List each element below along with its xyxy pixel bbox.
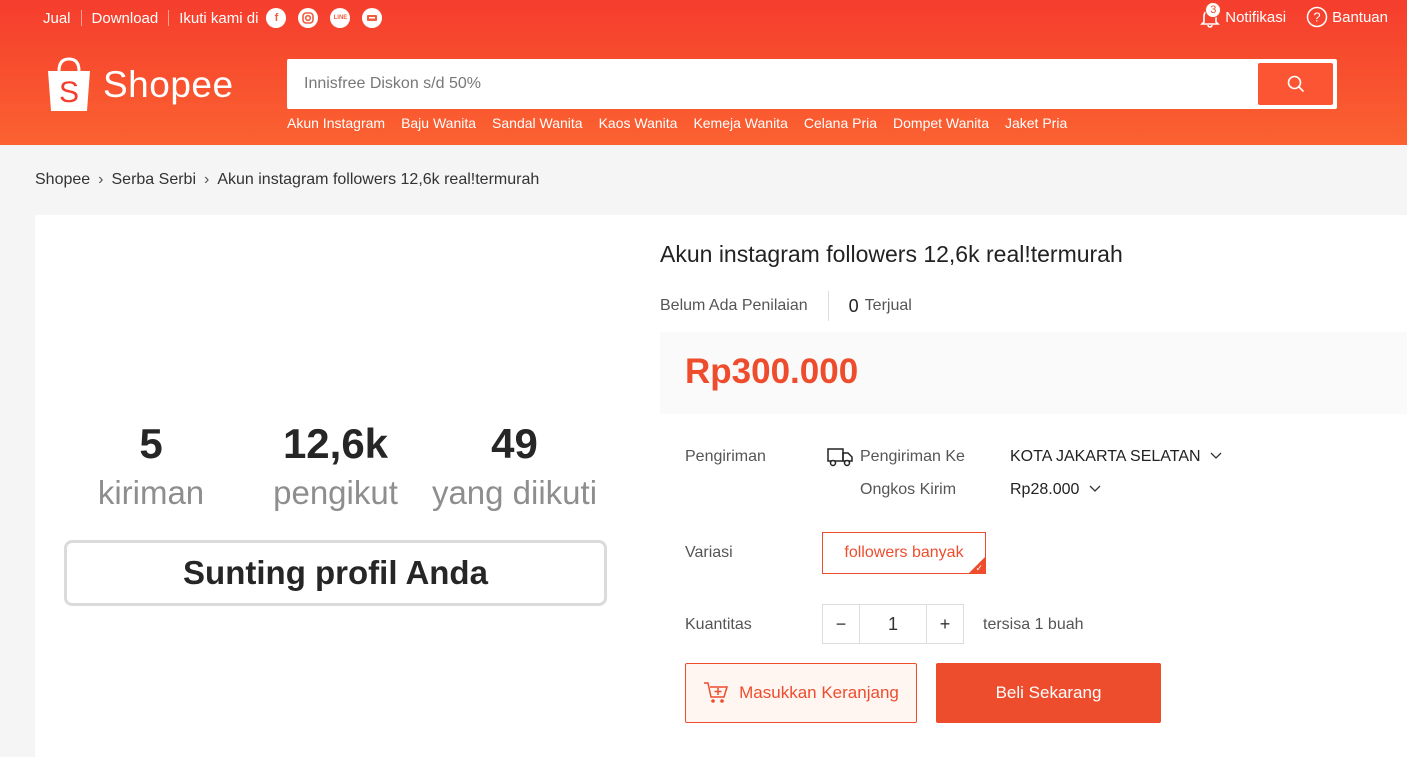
ship-cost-dropdown[interactable]: Rp28.000 <box>1010 481 1102 499</box>
search-icon <box>1287 75 1304 93</box>
product-price: Rp300.000 <box>685 352 859 391</box>
header: Jual Download Ikuti kami di f LINE 3 Not… <box>0 0 1407 145</box>
ship-cost-value: Rp28.000 <box>1010 481 1080 498</box>
divider <box>80 10 82 26</box>
buy-now-button[interactable]: Beli Sekarang <box>936 663 1161 723</box>
product-image[interactable]: 5 kiriman 12,6k pengikut 49 yang diikuti… <box>35 215 635 757</box>
topbar-left: Jual Download Ikuti kami di f LINE <box>43 8 383 28</box>
search-bar[interactable]: Innisfree Diskon s/d 50% <box>287 59 1337 109</box>
chevron-right-icon: › <box>204 171 210 188</box>
increase-button[interactable]: + <box>926 604 964 644</box>
help-icon: ? <box>1306 6 1328 28</box>
facebook-icon[interactable]: f <box>266 8 287 28</box>
rating-text: Belum Ada Penilaian <box>660 297 808 314</box>
decrease-button[interactable]: − <box>822 604 860 644</box>
shipping-label: Pengiriman <box>685 448 766 465</box>
ship-city-value: KOTA JAKARTA SELATAN <box>1010 448 1201 465</box>
stat-followers: 12,6k pengikut <box>263 420 408 512</box>
breadcrumb: Shopee › Serba Serbi › Akun instagram fo… <box>35 171 539 189</box>
stat-following: 49 yang diikuti <box>427 420 602 512</box>
edit-profile-image-text: Sunting profil Anda <box>64 540 607 606</box>
sold-label: Terjual <box>864 297 912 314</box>
suggestion-link[interactable]: Baju Wanita <box>401 115 476 131</box>
suggestion-link[interactable]: Akun Instagram <box>287 115 385 131</box>
quantity-stepper: − 1 + <box>822 604 964 644</box>
topbar-right: 3 Notifikasi ? Bantuan <box>1199 2 1388 28</box>
follow-label: Ikuti kami di <box>179 9 259 27</box>
chevron-down-icon <box>1210 452 1222 459</box>
add-to-cart-label: Masukkan Keranjang <box>739 683 899 702</box>
search-suggestions: Akun Instagram Baju Wanita Sandal Wanita… <box>287 115 1067 131</box>
help-label: Bantuan <box>1332 8 1388 26</box>
stock-text: tersisa 1 buah <box>983 616 1084 633</box>
quantity-label: Kuantitas <box>685 616 752 633</box>
price-box: Rp300.000 <box>660 332 1407 414</box>
variant-option-label: followers banyak <box>844 544 964 561</box>
stat-following-count: 49 <box>491 420 538 467</box>
product-panel: 5 kiriman 12,6k pengikut 49 yang diikuti… <box>35 215 1407 757</box>
ship-city-dropdown[interactable]: KOTA JAKARTA SELATAN <box>1010 448 1223 466</box>
notifications-link[interactable]: 3 Notifikasi <box>1199 2 1287 28</box>
breadcrumb-current: Akun instagram followers 12,6k real!term… <box>217 171 540 188</box>
shopee-logo[interactable]: S Shopee <box>45 57 234 113</box>
sell-link[interactable]: Jual <box>43 10 71 27</box>
breadcrumb-home[interactable]: Shopee <box>35 171 90 189</box>
divider <box>827 291 829 321</box>
suggestion-link[interactable]: Dompet Wanita <box>893 115 989 131</box>
shopee-bag-icon: S <box>48 57 90 111</box>
product-title: Akun instagram followers 12,6k real!term… <box>660 241 1123 267</box>
download-link[interactable]: Download <box>92 10 159 27</box>
variant-option-selected[interactable]: followers banyak ✓ <box>822 532 986 574</box>
ship-cost-label: Ongkos Kirim <box>860 481 957 498</box>
suggestion-link[interactable]: Kaos Wanita <box>599 115 678 131</box>
add-to-cart-button[interactable]: Masukkan Keranjang <box>685 663 917 723</box>
stat-followers-count: 12,6k <box>282 420 389 467</box>
rating-row: Belum Ada Penilaian 0 Terjual <box>660 291 912 321</box>
divider <box>168 10 170 26</box>
brand-name: Shopee <box>103 64 234 105</box>
ship-to-label: Pengiriman Ke <box>860 448 965 465</box>
notifications-label: Notifikasi <box>1225 8 1287 26</box>
stat-posts: 5 kiriman <box>91 420 211 512</box>
instagram-icon[interactable] <box>298 8 319 28</box>
suggestion-link[interactable]: Kemeja Wanita <box>693 115 787 131</box>
line-icon[interactable]: LINE <box>330 8 351 28</box>
search-button[interactable] <box>1258 63 1333 105</box>
quantity-input[interactable]: 1 <box>860 604 926 644</box>
check-icon: ✓ <box>975 563 983 573</box>
social-links: f LINE <box>266 8 383 28</box>
cart-add-icon <box>704 682 729 703</box>
chevron-right-icon: › <box>98 171 104 188</box>
stat-posts-label: kiriman <box>97 474 205 511</box>
variant-label: Variasi <box>685 544 733 561</box>
stat-following-label: yang diikuti <box>431 474 598 511</box>
sold-count: 0 <box>848 295 859 316</box>
breadcrumb-category[interactable]: Serba Serbi <box>112 171 197 189</box>
stat-posts-count: 5 <box>139 420 163 467</box>
svg-text:?: ? <box>1313 10 1320 25</box>
svg-text:S: S <box>59 76 79 109</box>
chevron-down-icon <box>1089 485 1101 492</box>
suggestion-link[interactable]: Celana Pria <box>804 115 877 131</box>
suggestion-link[interactable]: Sandal Wanita <box>492 115 583 131</box>
search-input[interactable]: Innisfree Diskon s/d 50% <box>304 75 481 93</box>
shopee-community-icon[interactable] <box>362 8 383 28</box>
stat-followers-label: pengikut <box>273 474 398 511</box>
suggestion-link[interactable]: Jaket Pria <box>1005 115 1067 131</box>
help-link[interactable]: ? Bantuan <box>1306 6 1388 28</box>
truck-icon <box>827 448 853 467</box>
